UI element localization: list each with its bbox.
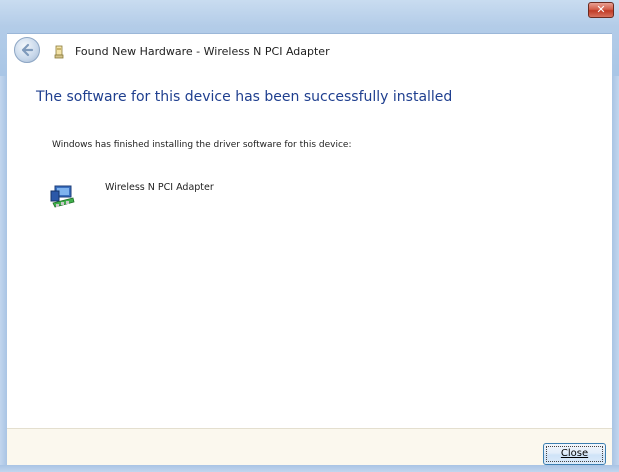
window-frame-right xyxy=(612,76,619,472)
back-button[interactable] xyxy=(14,37,40,63)
network-adapter-icon xyxy=(50,185,75,208)
wizard-content: The software for this device has been su… xyxy=(7,69,612,428)
window-frame-left xyxy=(0,76,7,472)
hardware-wizard-icon xyxy=(54,45,64,59)
back-arrow-icon xyxy=(21,43,34,57)
focus-rect xyxy=(546,446,603,462)
page-heading: The software for this device has been su… xyxy=(36,89,453,105)
window-close-button[interactable]: ✕ xyxy=(588,2,614,18)
wizard-footer: Close xyxy=(7,428,612,465)
wizard-header: Found New Hardware - Wireless N PCI Adap… xyxy=(7,33,612,69)
window-title: Found New Hardware - Wireless N PCI Adap… xyxy=(75,45,330,58)
close-icon: ✕ xyxy=(596,3,606,16)
close-button[interactable]: Close xyxy=(543,443,606,465)
device-name: Wireless N PCI Adapter xyxy=(105,182,214,193)
window-frame-bottom xyxy=(0,465,619,472)
dialog-window: ✕ Found New Hardware - Wireless N PCI Ad… xyxy=(0,0,619,472)
status-message: Windows has finished installing the driv… xyxy=(52,140,352,150)
